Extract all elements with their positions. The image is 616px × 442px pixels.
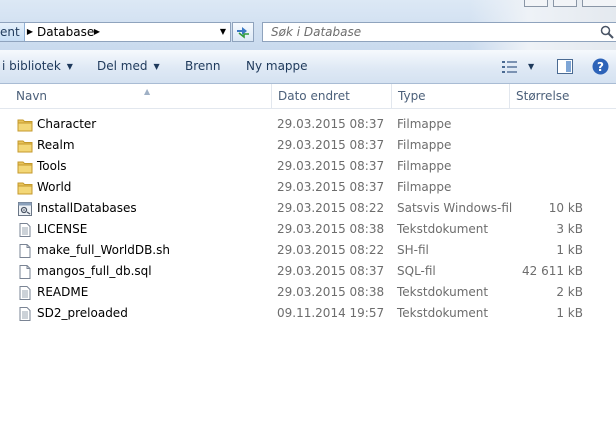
column-header-name[interactable]: Navn ▲ [10, 84, 271, 108]
blank-file-icon [19, 244, 31, 258]
share-with-menu[interactable]: Del med ▼ [97, 50, 160, 83]
folder-icon [17, 182, 33, 195]
file-date: 29.03.2015 08:37 [277, 180, 385, 194]
file-type: SH-fil [397, 243, 429, 257]
file-date: 29.03.2015 08:22 [277, 243, 385, 257]
breadcrumb-current[interactable]: Database [37, 23, 94, 41]
sort-ascending-icon: ▲ [144, 87, 151, 96]
breadcrumb-separator-icon[interactable]: ▶ [25, 23, 35, 41]
file-row[interactable]: LICENSE 29.03.2015 08:38 Tekstdokument 3… [0, 219, 616, 240]
svg-text:?: ? [597, 60, 604, 74]
file-size: 42 611 kB [522, 264, 583, 278]
column-header-date[interactable]: Dato endret [271, 84, 391, 108]
file-name: mangos_full_db.sql [37, 264, 152, 278]
refresh-button[interactable] [232, 22, 254, 42]
folder-icon [17, 161, 33, 174]
file-name: Realm [37, 138, 75, 152]
new-folder-label: Ny mappe [246, 59, 308, 73]
help-icon[interactable]: ? [592, 58, 609, 75]
search-input[interactable] [271, 24, 571, 40]
column-header-row: Navn ▲ Dato endret Type Størrelse [0, 84, 616, 109]
folder-icon [17, 119, 33, 132]
file-type: Filmappe [397, 180, 452, 194]
batch-file-icon [18, 202, 32, 216]
burn-button[interactable]: Brenn [185, 50, 221, 83]
file-size: 10 kB [548, 201, 583, 215]
chevron-down-icon: ▼ [66, 62, 73, 71]
column-header-type[interactable]: Type [391, 84, 509, 108]
file-name: Character [37, 117, 97, 131]
view-options-icon[interactable] [502, 61, 518, 73]
view-dropdown-icon[interactable]: ▼ [528, 50, 534, 83]
burn-label: Brenn [185, 59, 221, 73]
file-name: SD2_preloaded [37, 306, 128, 320]
file-row[interactable]: make_full_WorldDB.sh 29.03.2015 08:22 SH… [0, 240, 616, 261]
file-name: make_full_WorldDB.sh [37, 243, 170, 257]
include-in-library-label: i bibliotek [2, 59, 61, 73]
file-row[interactable]: Tools 29.03.2015 08:37 Filmappe [0, 156, 616, 177]
column-header-size[interactable]: Størrelse [509, 84, 616, 108]
column-header-date-label: Dato endret [278, 89, 350, 103]
file-date: 29.03.2015 08:37 [277, 138, 385, 152]
file-type: Satsvis Windows-fil [397, 201, 513, 215]
command-bar: i bibliotek ▼ Del med ▼ Brenn Ny mappe ▼ ? [0, 50, 616, 84]
file-size: 1 kB [556, 243, 583, 257]
refresh-icon [237, 27, 249, 39]
address-bar[interactable]: ent ▶ Database ▶ ▼ [0, 22, 231, 42]
file-type: Filmappe [397, 159, 452, 173]
search-box[interactable] [262, 22, 616, 42]
column-header-type-label: Type [398, 89, 426, 103]
file-row[interactable]: SD2_preloaded 09.11.2014 19:57 Tekstdoku… [0, 303, 616, 324]
file-type: Tekstdokument [397, 306, 489, 320]
folder-icon [17, 140, 33, 153]
file-name: README [37, 285, 89, 299]
file-name: LICENSE [37, 222, 88, 236]
file-type: Filmappe [397, 117, 452, 131]
file-row[interactable]: InstallDatabases 29.03.2015 08:22 Satsvi… [0, 198, 616, 219]
file-date: 29.03.2015 08:38 [277, 222, 385, 236]
blank-file-icon [19, 265, 31, 279]
file-name: Tools [37, 159, 67, 173]
maximize-button[interactable] [553, 0, 577, 7]
file-date: 29.03.2015 08:37 [277, 159, 385, 173]
breadcrumb-chevron-icon[interactable]: ▶ [92, 23, 102, 41]
column-header-name-label: Navn [16, 89, 48, 103]
file-date: 09.11.2014 19:57 [277, 306, 385, 320]
file-date: 29.03.2015 08:37 [277, 264, 385, 278]
text-file-icon [19, 286, 31, 300]
file-size: 3 kB [556, 222, 583, 236]
breadcrumb-previous[interactable]: ent [0, 23, 25, 41]
file-row[interactable]: Character 29.03.2015 08:37 Filmappe [0, 114, 616, 135]
include-in-library-menu[interactable]: i bibliotek ▼ [2, 50, 73, 83]
close-button[interactable] [582, 0, 616, 7]
new-folder-button[interactable]: Ny mappe [246, 50, 308, 83]
file-type: Filmappe [397, 138, 452, 152]
file-row[interactable]: Realm 29.03.2015 08:37 Filmappe [0, 135, 616, 156]
file-date: 29.03.2015 08:22 [277, 201, 385, 215]
share-with-label: Del med [97, 59, 148, 73]
file-row[interactable]: README 29.03.2015 08:38 Tekstdokument 2 … [0, 282, 616, 303]
navigation-bar: ent ▶ Database ▶ ▼ [0, 0, 616, 50]
address-dropdown-icon[interactable]: ▼ [220, 23, 226, 41]
text-file-icon [19, 223, 31, 237]
file-type: Tekstdokument [397, 285, 489, 299]
file-type: Tekstdokument [397, 222, 489, 236]
file-name: World [37, 180, 72, 194]
file-row[interactable]: World 29.03.2015 08:37 Filmappe [0, 177, 616, 198]
file-date: 29.03.2015 08:37 [277, 117, 385, 131]
file-row[interactable]: mangos_full_db.sql 29.03.2015 08:37 SQL-… [0, 261, 616, 282]
file-list: Character 29.03.2015 08:37 Filmappe Real… [0, 114, 616, 324]
file-name: InstallDatabases [37, 201, 137, 215]
text-file-icon [19, 307, 31, 321]
file-type: SQL-fil [397, 264, 436, 278]
file-size: 2 kB [556, 285, 583, 299]
file-size: 1 kB [556, 306, 583, 320]
column-header-size-label: Størrelse [516, 89, 570, 103]
chevron-down-icon: ▼ [153, 62, 160, 71]
preview-pane-icon[interactable] [557, 59, 573, 74]
minimize-button[interactable] [524, 0, 548, 7]
file-date: 29.03.2015 08:38 [277, 285, 385, 299]
search-icon[interactable] [600, 25, 614, 39]
